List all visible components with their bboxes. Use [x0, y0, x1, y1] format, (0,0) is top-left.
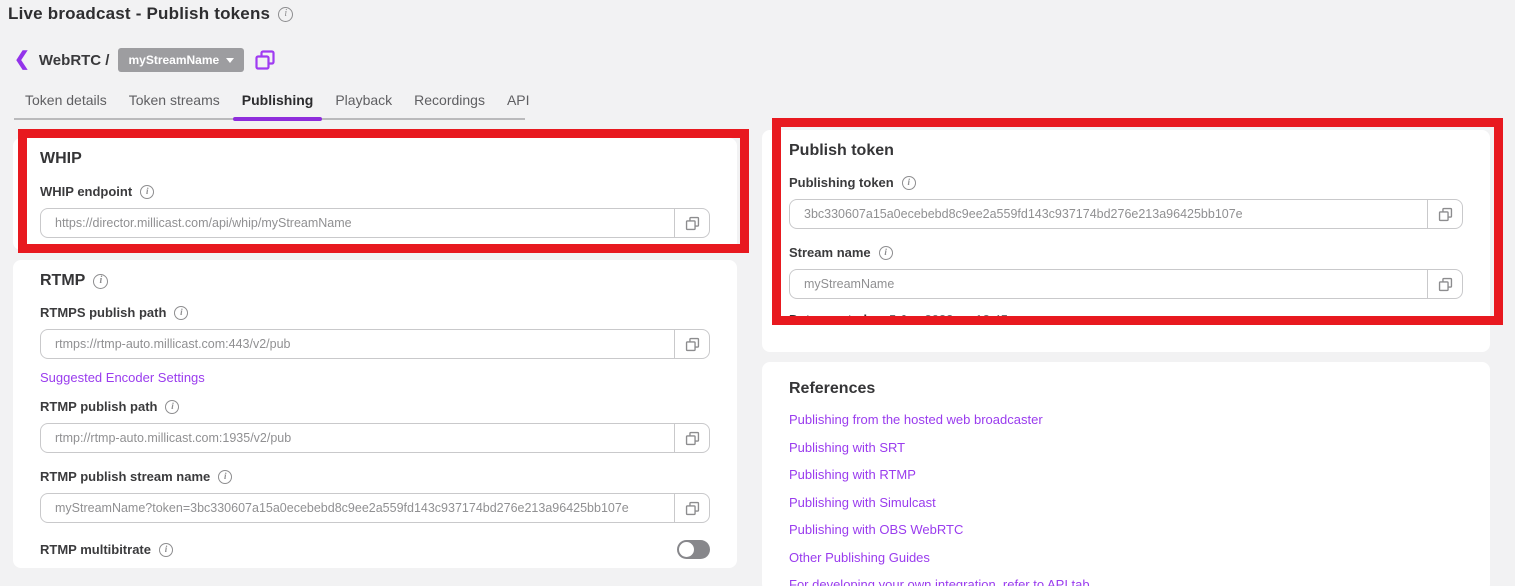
whip-endpoint-label-text: WHIP endpoint: [40, 184, 132, 199]
rtmp-multibitrate-toggle[interactable]: [677, 540, 710, 559]
rtmp-publish-stream-name-label-text: RTMP publish stream name: [40, 469, 210, 484]
tab-publishing[interactable]: Publishing: [231, 86, 325, 118]
whip-title-text: WHIP: [40, 150, 82, 168]
date-created-value: 5 Jun 2023: [889, 312, 953, 327]
rtmp-section-title: RTMP i: [40, 272, 710, 290]
stream-name-field: [789, 269, 1463, 299]
breadcrumb: ❮ WebRTC / myStreamName: [14, 48, 277, 72]
tab-playback[interactable]: Playback: [324, 86, 403, 118]
rtmp-publish-path-field: [40, 423, 710, 453]
copy-icon[interactable]: [1427, 270, 1462, 298]
publish-token-title-text: Publish token: [789, 142, 894, 160]
copy-icon[interactable]: [674, 494, 709, 522]
stream-name-dropdown[interactable]: myStreamName: [118, 48, 244, 72]
chevron-left-icon[interactable]: ❮: [14, 50, 30, 69]
rtmp-multibitrate-row: RTMP multibitrate i: [40, 540, 710, 559]
rtmps-publish-path-label: RTMPS publish path i: [40, 305, 710, 320]
info-icon[interactable]: i: [902, 176, 916, 190]
publish-token-card: Publish token Publishing token i Stream …: [762, 130, 1490, 352]
publishing-token-label-text: Publishing token: [789, 175, 894, 190]
reference-link-simulcast[interactable]: Publishing with Simulcast: [789, 495, 1463, 510]
references-title-text: References: [789, 380, 875, 398]
copy-icon[interactable]: [674, 209, 709, 237]
rtmp-publish-stream-name-field: [40, 493, 710, 523]
info-icon[interactable]: i: [140, 185, 154, 199]
reference-link-srt[interactable]: Publishing with SRT: [789, 440, 1463, 455]
tab-token-streams[interactable]: Token streams: [118, 86, 231, 118]
info-icon[interactable]: i: [879, 246, 893, 260]
suggested-encoder-settings-link[interactable]: Suggested Encoder Settings: [40, 370, 205, 385]
rtmps-publish-path-label-text: RTMPS publish path: [40, 305, 166, 320]
rtmps-publish-path-input[interactable]: [41, 330, 674, 358]
stream-name-dropdown-label: myStreamName: [128, 53, 219, 67]
reference-link-hosted-web-broadcaster[interactable]: Publishing from the hosted web broadcast…: [789, 412, 1463, 427]
publish-token-section-title: Publish token: [789, 142, 1463, 160]
rtmp-multibitrate-label-text: RTMP multibitrate: [40, 542, 151, 557]
whip-endpoint-input[interactable]: [41, 209, 674, 237]
info-icon[interactable]: i: [165, 400, 179, 414]
stream-name-input[interactable]: [790, 270, 1427, 298]
references-list: Publishing from the hosted web broadcast…: [789, 412, 1463, 586]
stream-name-label: Stream name i: [789, 245, 1463, 260]
rtmp-publish-stream-name-label: RTMP publish stream name i: [40, 469, 710, 484]
references-section-title: References: [789, 380, 1463, 398]
info-icon[interactable]: i: [93, 274, 108, 289]
rtmp-publish-stream-name-input[interactable]: [41, 494, 674, 522]
breadcrumb-label[interactable]: WebRTC /: [39, 52, 110, 69]
publishing-token-label: Publishing token i: [789, 175, 1463, 190]
rtmp-multibitrate-label: RTMP multibitrate i: [40, 542, 173, 557]
reference-link-rtmp[interactable]: Publishing with RTMP: [789, 467, 1463, 482]
toggle-knob: [679, 542, 694, 557]
copy-icon[interactable]: [674, 330, 709, 358]
reference-link-other-guides[interactable]: Other Publishing Guides: [789, 550, 1463, 565]
chevron-down-icon: [226, 58, 234, 63]
tab-bar: Token details Token streams Publishing P…: [14, 86, 525, 120]
reference-link-obs-webrtc[interactable]: Publishing with OBS WebRTC: [789, 522, 1463, 537]
whip-card: WHIP WHIP endpoint i: [13, 138, 737, 250]
copy-icon[interactable]: [1427, 200, 1462, 228]
copy-icon[interactable]: [674, 424, 709, 452]
copy-icon[interactable]: [253, 48, 277, 72]
time-created-value: 12:45: [975, 312, 1008, 327]
tab-recordings[interactable]: Recordings: [403, 86, 496, 118]
rtmps-publish-path-field: [40, 329, 710, 359]
rtmp-card: RTMP i RTMPS publish path i Suggested En…: [13, 260, 737, 568]
rtmp-publish-path-label-text: RTMP publish path: [40, 399, 157, 414]
date-created-label: Date created: [789, 312, 867, 327]
rtmp-title-text: RTMP: [40, 272, 85, 290]
reference-link-api-tab[interactable]: For developing your own integration, ref…: [789, 577, 1463, 586]
rtmp-publish-path-label: RTMP publish path i: [40, 399, 710, 414]
page-title: Live broadcast - Publish tokens: [8, 4, 270, 24]
references-card: References Publishing from the hosted we…: [762, 362, 1490, 586]
info-icon[interactable]: i: [159, 543, 173, 557]
stream-name-label-text: Stream name: [789, 245, 871, 260]
info-icon[interactable]: i: [278, 7, 293, 22]
publishing-token-input[interactable]: [790, 200, 1427, 228]
rtmp-publish-path-input[interactable]: [41, 424, 674, 452]
publishing-token-field: [789, 199, 1463, 229]
info-icon[interactable]: i: [218, 470, 232, 484]
tab-api[interactable]: API: [496, 86, 541, 118]
whip-endpoint-label: WHIP endpoint i: [40, 184, 710, 199]
date-created-row: Date created 5 Jun 2023 12:45: [789, 312, 1463, 327]
whip-section-title: WHIP: [40, 150, 710, 168]
whip-endpoint-field: [40, 208, 710, 238]
page-header: Live broadcast - Publish tokens i: [8, 4, 293, 24]
info-icon[interactable]: i: [174, 306, 188, 320]
tab-token-details[interactable]: Token details: [14, 86, 118, 118]
